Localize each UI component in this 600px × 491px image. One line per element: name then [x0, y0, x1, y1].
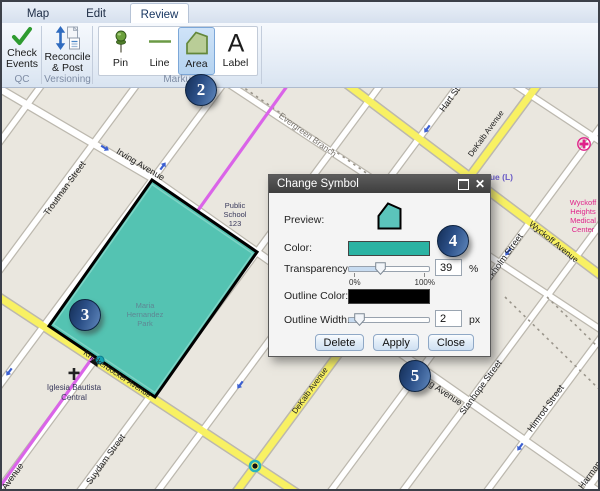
svg-text:School: School — [224, 210, 247, 219]
medical-cross-icon — [580, 143, 589, 146]
preview-label: Preview: — [284, 214, 324, 226]
ribbon-tab-row: Map Edit Review — [2, 2, 598, 24]
change-symbol-dialog: Change Symbol ✕ Preview: Color: Transpar… — [268, 174, 491, 357]
dialog-title: Change Symbol — [277, 178, 359, 190]
pin-tool-button[interactable]: Pin — [104, 28, 137, 74]
group-separator — [261, 26, 262, 84]
svg-text:Medical: Medical — [570, 216, 596, 225]
svg-text:Heights: Heights — [570, 207, 596, 216]
ribbon-group-versioning: Reconcile & Post Versioning — [42, 23, 93, 87]
maximize-icon[interactable] — [458, 179, 469, 190]
label-tool-button[interactable]: A Label — [219, 28, 252, 74]
group-label-versioning: Versioning — [42, 74, 93, 85]
reconcile-post-button[interactable]: Reconcile & Post — [42, 25, 93, 73]
slider-min-label: 0% — [349, 278, 361, 287]
svg-text:Maria: Maria — [136, 301, 156, 310]
area-icon — [184, 28, 210, 57]
svg-text:A: A — [227, 30, 244, 58]
slider-max-label: 100% — [415, 278, 435, 287]
poi-church: Iglesia Bautista Central — [47, 368, 102, 402]
app-window: Troutman Street Irving Avenue Irving Ave… — [0, 0, 600, 491]
pin-tool-label: Pin — [104, 57, 137, 69]
dialog-buttons: Delete Apply Close — [269, 334, 490, 351]
check-events-label-2: Events — [6, 58, 38, 70]
area-tool-label: Area — [179, 58, 214, 70]
ribbon-body: Check Events QC — [2, 23, 598, 88]
ribbon-group-qc: Check Events QC — [2, 23, 42, 87]
svg-text:Iglesia Bautista: Iglesia Bautista — [47, 383, 102, 392]
ribbon-group-markup: Pin Line Area — [98, 23, 262, 87]
markup-tool-panel: Pin Line Area — [98, 26, 258, 76]
tab-review[interactable]: Review — [130, 3, 189, 24]
callout-badge-5: 5 — [399, 360, 431, 392]
fill-color-swatch[interactable] — [348, 241, 430, 256]
check-icon — [11, 26, 33, 46]
color-label: Color: — [284, 242, 312, 254]
transparency-unit: % — [469, 263, 478, 275]
transparency-slider[interactable]: 0% 100% — [348, 266, 430, 272]
church-cross-icon — [69, 372, 80, 375]
outline-width-label: Outline Width: — [284, 314, 350, 326]
check-events-button[interactable]: Check Events — [2, 25, 42, 69]
ribbon: Map Edit Review Check Events QC — [2, 2, 598, 88]
outline-width-input[interactable] — [435, 310, 462, 327]
rail-label-evergreen: Evergreen Branch — [277, 110, 339, 159]
svg-text:Center: Center — [572, 225, 595, 234]
svg-text:Public: Public — [225, 201, 246, 210]
street-label-hart: Hart St — [437, 88, 462, 114]
delete-button[interactable]: Delete — [315, 334, 365, 351]
outline-width-unit: px — [469, 314, 480, 326]
street-label-suydam: Suydam Street — [84, 432, 127, 486]
callout-badge-3: 3 — [69, 299, 101, 331]
group-separator — [92, 26, 93, 84]
outline-width-slider[interactable] — [348, 317, 430, 323]
tab-edit[interactable]: Edit — [73, 3, 119, 23]
label-a-icon: A — [223, 28, 249, 57]
svg-text:Wyckoff: Wyckoff — [570, 198, 597, 207]
callout-badge-2: 2 — [185, 74, 217, 106]
svg-text:Central: Central — [61, 393, 87, 402]
transparency-input[interactable] — [435, 259, 462, 276]
dialog-title-bar[interactable]: Change Symbol ✕ — [269, 175, 490, 193]
area-tool-button[interactable]: Area — [178, 27, 215, 75]
symbol-preview — [377, 202, 402, 230]
line-icon — [147, 28, 173, 57]
transparency-slider-thumb[interactable] — [375, 262, 386, 275]
svg-text:Hernandez: Hernandez — [127, 310, 164, 319]
line-tool-label: Line — [143, 57, 176, 69]
line-tool-button[interactable]: Line — [143, 28, 176, 74]
reconcile-post-icon — [55, 26, 81, 50]
outline-color-swatch[interactable] — [348, 289, 430, 304]
outline-width-slider-thumb[interactable] — [354, 313, 365, 326]
svg-text:123: 123 — [229, 219, 242, 228]
label-tool-label: Label — [219, 57, 252, 69]
slider-tick-100 — [424, 273, 425, 277]
callout-badge-4: 4 — [437, 225, 469, 257]
outline-color-label: Outline Color: — [284, 290, 348, 302]
tab-map[interactable]: Map — [15, 3, 61, 23]
group-label-markup: Markup — [98, 74, 262, 85]
close-icon[interactable]: ✕ — [475, 175, 485, 193]
slider-tick-0 — [354, 273, 355, 277]
street-label-himrod: Himrod Street — [525, 382, 566, 433]
pin-icon — [108, 28, 134, 57]
reconcile-label-2: & Post — [52, 62, 83, 74]
close-button[interactable]: Close — [428, 334, 474, 351]
street-label-dekalb-2: DeKalb Avenue — [290, 365, 330, 415]
group-label-qc: QC — [2, 74, 42, 85]
apply-button[interactable]: Apply — [373, 334, 419, 351]
transparency-label: Transparency: — [284, 263, 351, 275]
svg-text:Park: Park — [137, 319, 153, 328]
street-label-troutman: Troutman Street — [42, 159, 88, 218]
station-dot-icon — [252, 463, 257, 468]
poi-public-school: Public School 123 — [224, 201, 247, 228]
